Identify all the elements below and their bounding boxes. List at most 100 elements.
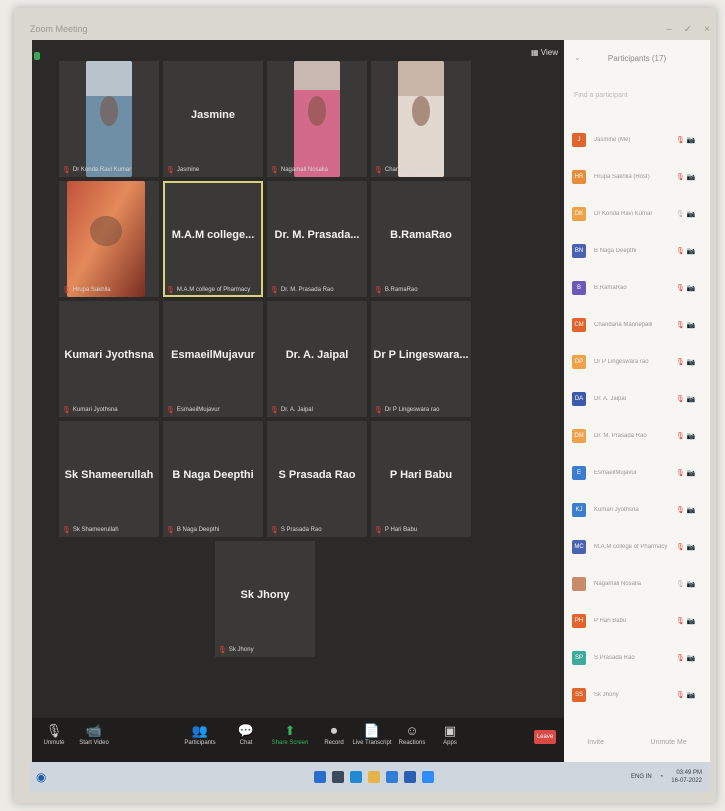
mic-camera-status-icon[interactable]: 🎙📷 bbox=[676, 210, 698, 218]
participant-name: Sk Jhony bbox=[594, 692, 619, 698]
mic-camera-status-icon[interactable]: 🎙📷 bbox=[676, 617, 698, 625]
edge-icon[interactable] bbox=[350, 771, 362, 783]
leave-button[interactable]: Leave bbox=[534, 730, 556, 744]
apps-button[interactable]: ▣ Apps bbox=[430, 722, 470, 746]
security-shield-icon[interactable] bbox=[34, 52, 40, 60]
participant-row[interactable]: DM Dr. M. Prasada Rao 🎙📷 bbox=[572, 426, 704, 446]
minimize-icon[interactable]: – bbox=[666, 24, 672, 35]
participant-row[interactable]: MC M.A.M college of Pharmacy 🎙📷 bbox=[572, 537, 704, 557]
participant-row[interactable]: DP Dr P Lingeswara rao 🎙📷 bbox=[572, 352, 704, 372]
mic-camera-status-icon[interactable]: 🎙📷 bbox=[676, 543, 698, 551]
video-tile[interactable]: Dr P Lingeswara... 🎙 Dr P Lingeswara rao bbox=[371, 301, 471, 417]
avatar: MC bbox=[572, 540, 586, 554]
participant-search-input[interactable]: Find a participant bbox=[574, 92, 702, 106]
microphone-icon: 🎙 bbox=[45, 723, 63, 738]
video-tile[interactable]: Sk Jhony 🎙 Sk Jhony bbox=[215, 541, 315, 657]
participant-name: S Prasada Rao bbox=[594, 655, 635, 661]
participant-row[interactable]: Nagamali Nosalia 🎙📷 bbox=[572, 574, 704, 594]
video-tile[interactable]: Jasmine 🎙 Jasmine bbox=[163, 61, 263, 177]
taskbar-apps bbox=[314, 771, 434, 783]
muted-microphone-icon: 🎙 bbox=[166, 167, 175, 174]
video-tile[interactable]: 🎙 Chandana Mannepalli bbox=[371, 61, 471, 177]
mic-camera-status-icon[interactable]: 🎙📷 bbox=[676, 469, 698, 477]
video-tile[interactable]: Dr. M. Prasada... 🎙 Dr. M. Prasada Rao bbox=[267, 181, 367, 297]
reactions-button[interactable]: ☺ Reactions bbox=[392, 722, 432, 746]
participant-name: Dr. M. Prasada Rao bbox=[594, 433, 647, 439]
participant-row[interactable]: DA Dr. A. Jaipal 🎙📷 bbox=[572, 389, 704, 409]
video-tile[interactable]: P Hari Babu 🎙 P Hari Babu bbox=[371, 421, 471, 537]
mic-camera-status-icon[interactable]: 🎙📷 bbox=[676, 136, 698, 144]
word-icon[interactable] bbox=[404, 771, 416, 783]
maximize-icon[interactable]: ✓ bbox=[684, 24, 692, 35]
mic-camera-status-icon[interactable]: 🎙📷 bbox=[676, 284, 698, 292]
mic-camera-status-icon[interactable]: 🎙📷 bbox=[676, 173, 698, 181]
transcript-button[interactable]: 📄 Live Transcript bbox=[352, 722, 392, 746]
mic-camera-status-icon[interactable]: 🎙📷 bbox=[676, 580, 698, 588]
microphone-button[interactable]: 🎙 Unmute bbox=[34, 722, 74, 746]
muted-microphone-icon: 🎙 bbox=[374, 167, 383, 174]
tile-name: Dr P Lingeswara... bbox=[373, 349, 469, 361]
search-icon[interactable] bbox=[314, 771, 326, 783]
participant-row[interactable]: SP S Prasada Rao 🎙📷 bbox=[572, 648, 704, 668]
avatar: J bbox=[572, 133, 586, 147]
video-tile[interactable]: B.RamaRao 🎙 B.RamaRao bbox=[371, 181, 471, 297]
tile-tag-label: B Naga Deepthi bbox=[176, 527, 220, 533]
video-tile[interactable]: 🎙 Dr Konda Ravi Kumar bbox=[59, 61, 159, 177]
clock[interactable]: 03:49 PM 16-07-2022 bbox=[671, 769, 702, 785]
participant-row[interactable]: PH P Hari Babu 🎙📷 bbox=[572, 611, 704, 631]
muted-microphone-icon: 🎙 bbox=[62, 527, 71, 534]
mic-camera-status-icon[interactable]: 🎙📷 bbox=[676, 691, 698, 699]
video-tile[interactable]: Kumari Jyothsna 🎙 Kumari Jyothsna bbox=[59, 301, 159, 417]
record-button[interactable]: ⏺ Record bbox=[314, 722, 354, 746]
wifi-icon[interactable]: ◔ bbox=[660, 774, 664, 780]
video-tile[interactable]: B Naga Deepthi 🎙 B Naga Deepthi bbox=[163, 421, 263, 537]
invite-button[interactable]: Invite bbox=[587, 739, 604, 746]
avatar: KJ bbox=[572, 503, 586, 517]
participant-row[interactable]: KJ Kumari Jyothsna 🎙📷 bbox=[572, 500, 704, 520]
video-tile[interactable]: EsmaeilMujavur 🎙 EsmaeilMujavur bbox=[163, 301, 263, 417]
chat-button[interactable]: 💬 Chat bbox=[226, 722, 266, 746]
view-button[interactable]: ▦ View bbox=[531, 48, 558, 57]
participant-row[interactable]: DK Dr Konda Ravi Kumar 🎙📷 bbox=[572, 204, 704, 224]
participant-row[interactable]: SS Sk Jhony 🎙📷 bbox=[572, 685, 704, 705]
video-button[interactable]: 📹 Start Video bbox=[74, 722, 114, 746]
unmute-me-button[interactable]: Unmute Me bbox=[651, 739, 687, 746]
participant-name: Hrupa Sakhila (Host) bbox=[594, 174, 650, 180]
zoom-icon[interactable] bbox=[422, 771, 434, 783]
file-explorer-icon[interactable] bbox=[368, 771, 380, 783]
participant-row[interactable]: CM Chandana Mannepalli 🎙📷 bbox=[572, 315, 704, 335]
windows-icon[interactable]: ◉ bbox=[36, 770, 46, 784]
participant-row[interactable]: HR Hrupa Sakhila (Host) 🎙📷 bbox=[572, 167, 704, 187]
chrome-icon[interactable] bbox=[386, 771, 398, 783]
mic-camera-status-icon[interactable]: 🎙📷 bbox=[676, 321, 698, 329]
mic-camera-status-icon[interactable]: 🎙📷 bbox=[676, 247, 698, 255]
mic-camera-status-icon[interactable]: 🎙📷 bbox=[676, 506, 698, 514]
participants-button[interactable]: 👥 Participants bbox=[180, 722, 220, 746]
tile-tag-label: P Hari Babu bbox=[384, 527, 418, 533]
video-tile[interactable]: Sk Shameerullah 🎙 Sk Shameerullah bbox=[59, 421, 159, 537]
participant-name: Chandana Mannepalli bbox=[594, 322, 653, 328]
video-tile[interactable]: 🎙 Nagamali Nosalia bbox=[267, 61, 367, 177]
tile-name-tag: 🎙 Dr. A. Jaipal bbox=[270, 406, 313, 414]
video-tile[interactable]: M.A.M college... 🎙 M.A.M college of Pharma… bbox=[163, 181, 263, 297]
mic-camera-status-icon[interactable]: 🎙📷 bbox=[676, 432, 698, 440]
mic-camera-status-icon[interactable]: 🎙📷 bbox=[676, 395, 698, 403]
participant-row[interactable]: J Jasmine (Me) 🎙📷 bbox=[572, 130, 704, 150]
share-screen-icon: ⬆ bbox=[284, 723, 296, 738]
share-screen-button[interactable]: ⬆ Share Screen bbox=[270, 722, 310, 746]
participant-row[interactable]: B B.RamaRao 🎙📷 bbox=[572, 278, 704, 298]
video-tile[interactable]: 🎙 Hrupa Sakhila bbox=[59, 181, 159, 297]
system-tray: ENG IN ◔ 03:49 PM 16-07-2022 bbox=[631, 769, 702, 785]
language-indicator[interactable]: ENG IN bbox=[631, 774, 652, 780]
close-icon[interactable]: × bbox=[704, 24, 710, 35]
participant-row[interactable]: BN B Naga Deepthi 🎙📷 bbox=[572, 241, 704, 261]
video-tile[interactable]: S Prasada Rao 🎙 S Prasada Rao bbox=[267, 421, 367, 537]
avatar: SP bbox=[572, 651, 586, 665]
tile-name-tag: 🎙 B.RamaRao bbox=[374, 286, 418, 294]
participant-row[interactable]: E EsmaeilMujavur 🎙📷 bbox=[572, 463, 704, 483]
mic-camera-status-icon[interactable]: 🎙📷 bbox=[676, 358, 698, 366]
task-view-icon[interactable] bbox=[332, 771, 344, 783]
tile-name-tag: 🎙 Chandana Mannepalli bbox=[374, 166, 443, 174]
video-tile[interactable]: Dr. A. Jaipal 🎙 Dr. A. Jaipal bbox=[267, 301, 367, 417]
mic-camera-status-icon[interactable]: 🎙📷 bbox=[676, 654, 698, 662]
